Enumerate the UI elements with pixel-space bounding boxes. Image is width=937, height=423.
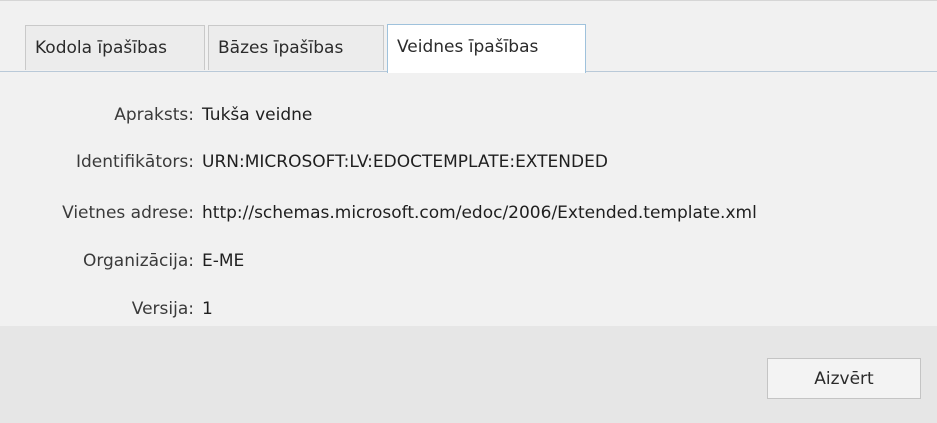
property-value: E-ME xyxy=(202,251,245,271)
property-value: 1 xyxy=(202,299,213,319)
property-row-site-address: Vietnes adrese: http://schemas.microsoft… xyxy=(0,198,937,228)
property-label: Versija: xyxy=(131,299,194,319)
property-row-version: Versija: 1 xyxy=(0,294,937,324)
property-label: Vietnes adrese: xyxy=(62,203,194,223)
tab-core-properties[interactable]: Kodola īpašības xyxy=(25,25,205,70)
tab-strip: Kodola īpašības Bāzes īpašības Veidnes ī… xyxy=(0,1,937,73)
dialog-footer: Aizvērt xyxy=(0,326,937,423)
close-button[interactable]: Aizvērt xyxy=(767,358,921,399)
property-value: http://schemas.microsoft.com/edoc/2006/E… xyxy=(202,203,757,223)
property-label: Identifikātors: xyxy=(75,152,194,172)
property-label: Organizācija: xyxy=(82,251,194,271)
property-value: Tukša veidne xyxy=(202,105,313,125)
property-label: Apraksts: xyxy=(114,105,194,125)
properties-panel: Apraksts: Tukša veidne Identifikātors: U… xyxy=(0,72,937,326)
property-row-organization: Organizācija: E-ME xyxy=(0,246,937,276)
property-row-identifier: Identifikātors: URN:MICROSOFT:LV:EDOCTEM… xyxy=(0,147,937,177)
template-properties-dialog: Kodola īpašības Bāzes īpašības Veidnes ī… xyxy=(0,0,937,423)
tab-template-properties[interactable]: Veidnes īpašības xyxy=(387,24,586,73)
tab-base-properties[interactable]: Bāzes īpašības xyxy=(208,25,384,70)
property-value: URN:MICROSOFT:LV:EDOCTEMPLATE:EXTENDED xyxy=(202,152,608,172)
property-row-description: Apraksts: Tukša veidne xyxy=(0,100,937,130)
